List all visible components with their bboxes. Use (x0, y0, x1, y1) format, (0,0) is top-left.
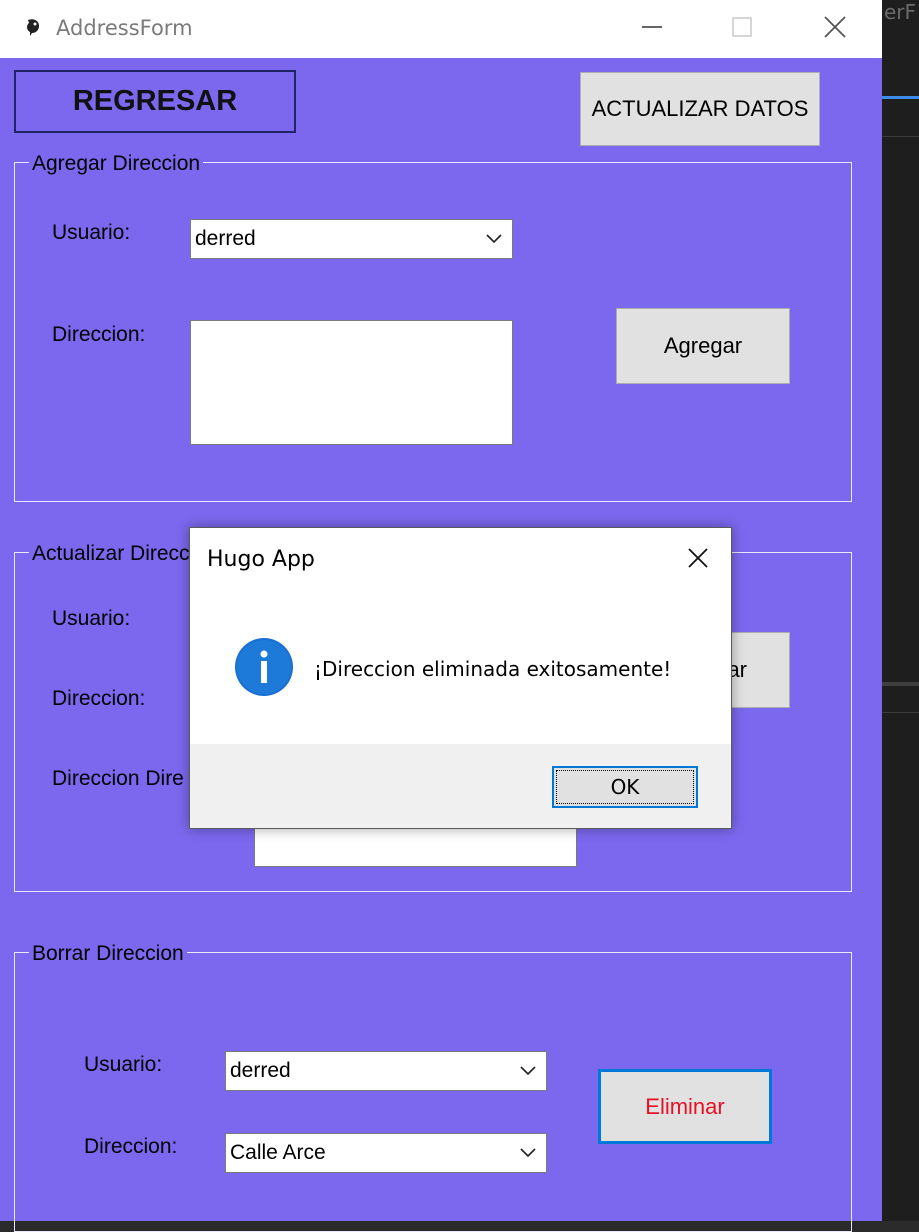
agregar-usuario-value: derred (195, 227, 256, 250)
eliminar-button[interactable]: Eliminar (598, 1069, 772, 1144)
chevron-down-icon (486, 234, 502, 244)
actualizar-usuario-label: Usuario: (52, 607, 131, 630)
dialog-footer: OK (190, 744, 731, 828)
background-ide-strip: erF (882, 0, 919, 1221)
dialog-title: Hugo App (207, 547, 315, 572)
title-bar[interactable]: AddressForm (0, 0, 882, 58)
dialog-message: ¡Direccion eliminada exitosamente! (314, 657, 672, 681)
ok-button[interactable]: OK (552, 766, 698, 808)
actualizar-direccion-title: Actualizar Direcc (29, 542, 193, 566)
borrar-direccion-value: Calle Arce (230, 1141, 326, 1164)
agregar-direccion-title: Agregar Direccion (29, 152, 204, 176)
background-divider (882, 136, 919, 137)
actualizar-nueva-direccion-input[interactable] (254, 826, 577, 867)
agregar-direccion-input[interactable] (190, 320, 513, 445)
background-divider (882, 682, 919, 686)
close-button[interactable] (815, 10, 855, 44)
dialog-close-button[interactable] (684, 544, 712, 572)
actualizar-datos-button[interactable]: ACTUALIZAR DATOS (580, 72, 820, 146)
close-icon (688, 548, 708, 568)
chevron-down-icon (520, 1148, 536, 1158)
borrar-usuario-label: Usuario: (84, 1053, 163, 1076)
app-bird-icon (27, 19, 39, 36)
regresar-button[interactable]: REGRESAR (14, 70, 296, 133)
agregar-direccion-label: Direccion: (52, 323, 146, 346)
borrar-usuario-combo[interactable]: derred (225, 1051, 547, 1091)
background-divider (882, 712, 919, 713)
background-ide-text: erF (884, 0, 917, 24)
borrar-direccion-title: Borrar Direccion (29, 942, 187, 966)
agregar-usuario-label: Usuario: (52, 221, 131, 244)
background-accent-bar (882, 96, 919, 99)
minimize-icon (642, 26, 662, 28)
minimize-button[interactable] (632, 10, 672, 44)
borrar-direccion-label: Direccion: (84, 1135, 178, 1158)
maximize-button[interactable] (722, 10, 762, 44)
borrar-usuario-value: derred (230, 1059, 291, 1082)
message-dialog: Hugo App ¡Direccion eliminada exitosamen… (189, 527, 732, 829)
maximize-icon (732, 17, 752, 37)
window-title: AddressForm (56, 16, 193, 40)
actualizar-direccion-label: Direccion: (52, 687, 146, 710)
info-icon (235, 638, 293, 696)
chevron-down-icon (520, 1066, 536, 1076)
actualizar-direccion-dire-label: Direccion Dire (52, 767, 184, 790)
agregar-button[interactable]: Agregar (616, 308, 790, 384)
agregar-usuario-combo[interactable]: derred (190, 219, 513, 259)
borrar-direccion-combo[interactable]: Calle Arce (225, 1133, 547, 1173)
close-icon (824, 16, 846, 38)
